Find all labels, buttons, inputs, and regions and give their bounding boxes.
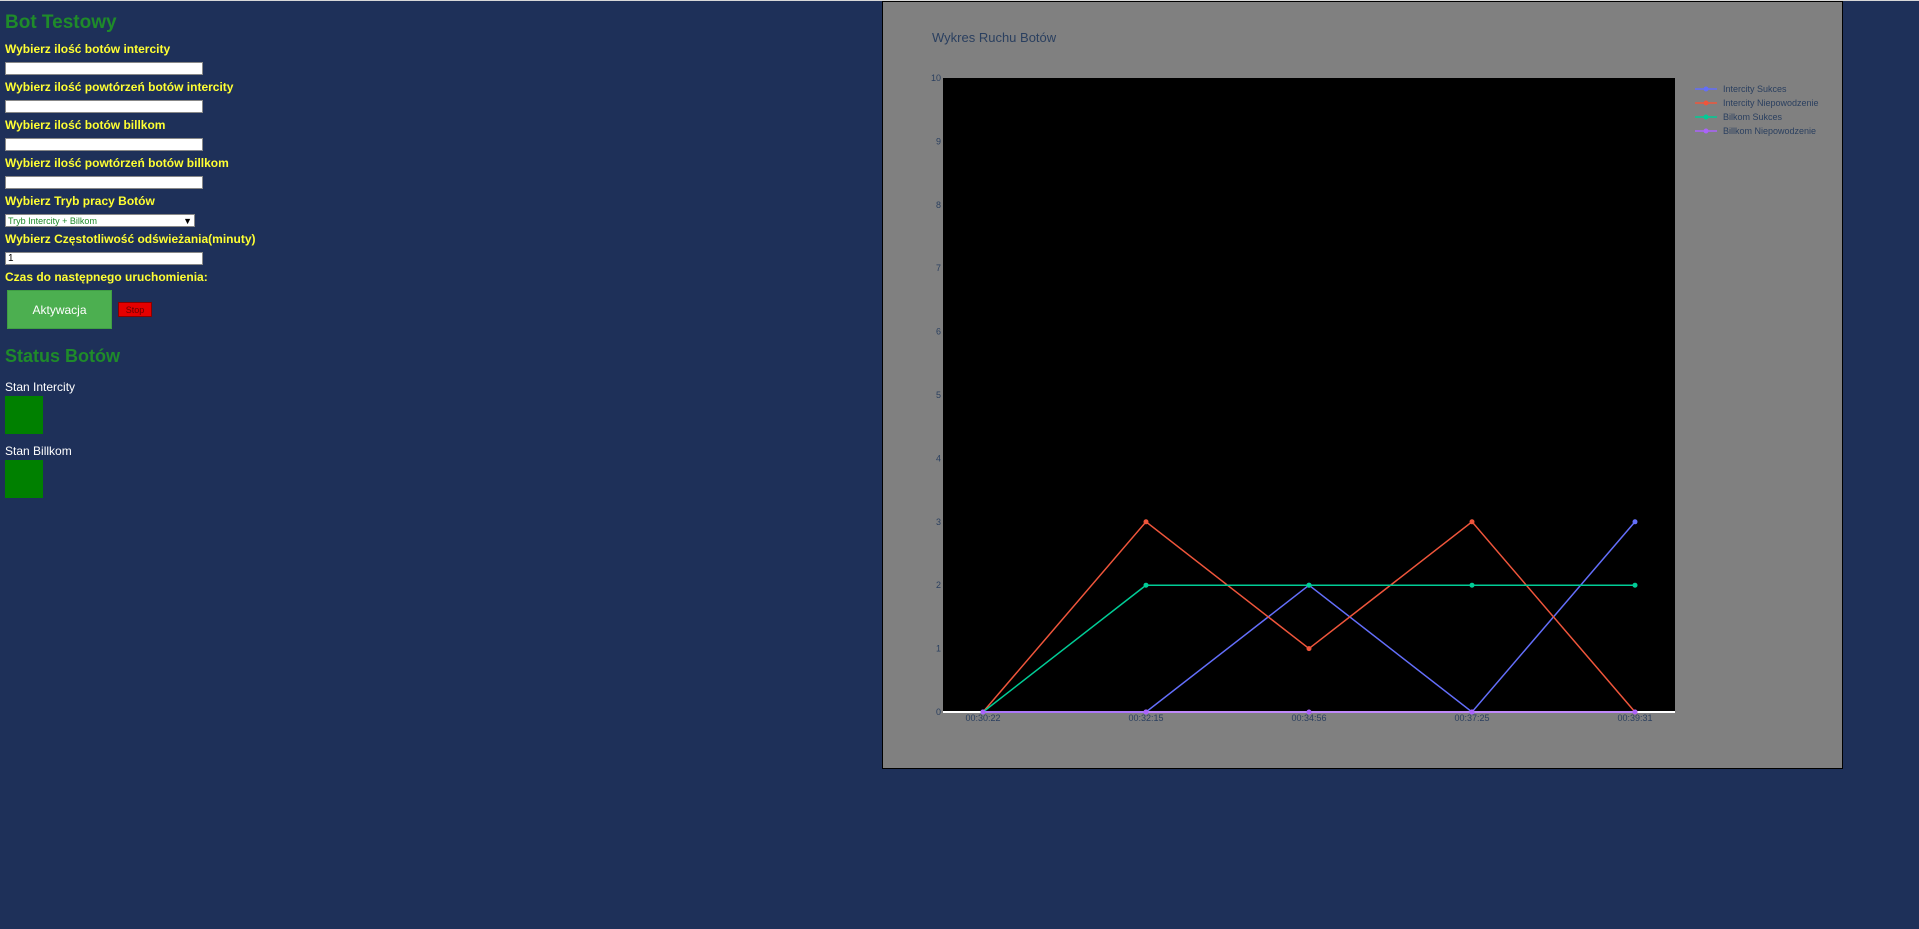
data-point (1143, 519, 1149, 525)
billkom-count-input[interactable] (5, 138, 203, 151)
bot-traffic-chart: Wykres Ruchu Botów01234567891000:30:22 00… (931, 30, 1819, 723)
y-tick-label: 5 (936, 390, 941, 400)
action-buttons: Aktywacja Stop (5, 290, 305, 329)
status-title: Status Botów (5, 346, 120, 366)
billkom-repeat-input[interactable] (5, 176, 203, 189)
intercity-status-indicator (5, 396, 43, 434)
legend-label: Billkom Niepowodzenie (1723, 126, 1816, 136)
legend-marker (1703, 86, 1709, 92)
billkom-repeat-label: Wybierz ilość powtórzeń botów billkom (5, 156, 229, 170)
y-tick-label: 2 (936, 580, 941, 590)
legend-marker (1703, 128, 1709, 134)
billkom-status-indicator (5, 460, 43, 498)
data-point (980, 709, 986, 715)
data-point (1469, 582, 1475, 588)
y-tick-label: 0 (936, 707, 941, 717)
chevron-down-icon: ▼ (183, 215, 192, 226)
page-title: Bot Testowy (5, 12, 117, 33)
data-point (1306, 646, 1312, 652)
intercity-count-input[interactable] (5, 62, 203, 75)
activate-button[interactable]: Aktywacja (7, 290, 112, 329)
billkom-status-label: Stan Billkom (5, 444, 72, 458)
y-tick-label: 7 (936, 263, 941, 273)
legend-label: Bilkom Sukces (1723, 112, 1783, 122)
y-tick-label: 4 (936, 453, 941, 463)
countdown-label: Czas do następnego uruchomienia: (5, 270, 208, 284)
y-tick-label: 10 (931, 73, 941, 83)
y-tick-label: 1 (936, 644, 941, 654)
chart-container: Wykres Ruchu Botów 0 1 2 3 4 5 6 7 8 9 10 00:30:22 00… (882, 1, 1843, 769)
refresh-label: Wybierz Częstotliwość odświeżania(minuty… (5, 232, 256, 246)
data-point (1632, 709, 1638, 715)
billkom-count-label: Wybierz ilość botów billkom (5, 118, 166, 132)
mode-select[interactable]: Tryb Intercity + Bilkom ▼ (5, 214, 195, 227)
intercity-repeat-input[interactable] (5, 100, 203, 113)
data-point (1306, 582, 1312, 588)
intercity-status-label: Stan Intercity (5, 380, 76, 394)
mode-label: Wybierz Tryb pracy Botów (5, 194, 155, 208)
legend-label: Intercity Sukces (1723, 84, 1787, 94)
y-tick-label: 6 (936, 327, 941, 337)
legend-label: Intercity Niepowodzenie (1723, 98, 1819, 108)
legend-marker (1703, 100, 1709, 106)
data-point (1632, 519, 1638, 525)
y-tick-label: 3 (936, 517, 941, 527)
y-tick-label: 9 (936, 136, 941, 146)
data-point (1632, 582, 1638, 588)
mode-selected-value: Tryb Intercity + Bilkom (8, 215, 97, 226)
legend-marker (1703, 114, 1709, 120)
data-point (1306, 709, 1312, 715)
data-point (1469, 709, 1475, 715)
intercity-count-label: Wybierz ilość botów intercity (5, 42, 171, 56)
refresh-input[interactable] (5, 252, 203, 265)
data-point (1143, 709, 1149, 715)
stop-button[interactable]: Stop (118, 302, 152, 317)
data-point (1143, 582, 1149, 588)
intercity-repeat-label: Wybierz ilość powtórzeń botów intercity (5, 80, 234, 94)
y-tick-label: 8 (936, 200, 941, 210)
chart-title: Wykres Ruchu Botów (932, 30, 1057, 45)
plot-area (943, 78, 1675, 712)
data-point (1469, 519, 1475, 525)
control-panel: Bot Testowy Wybierz ilość botów intercit… (5, 12, 305, 508)
